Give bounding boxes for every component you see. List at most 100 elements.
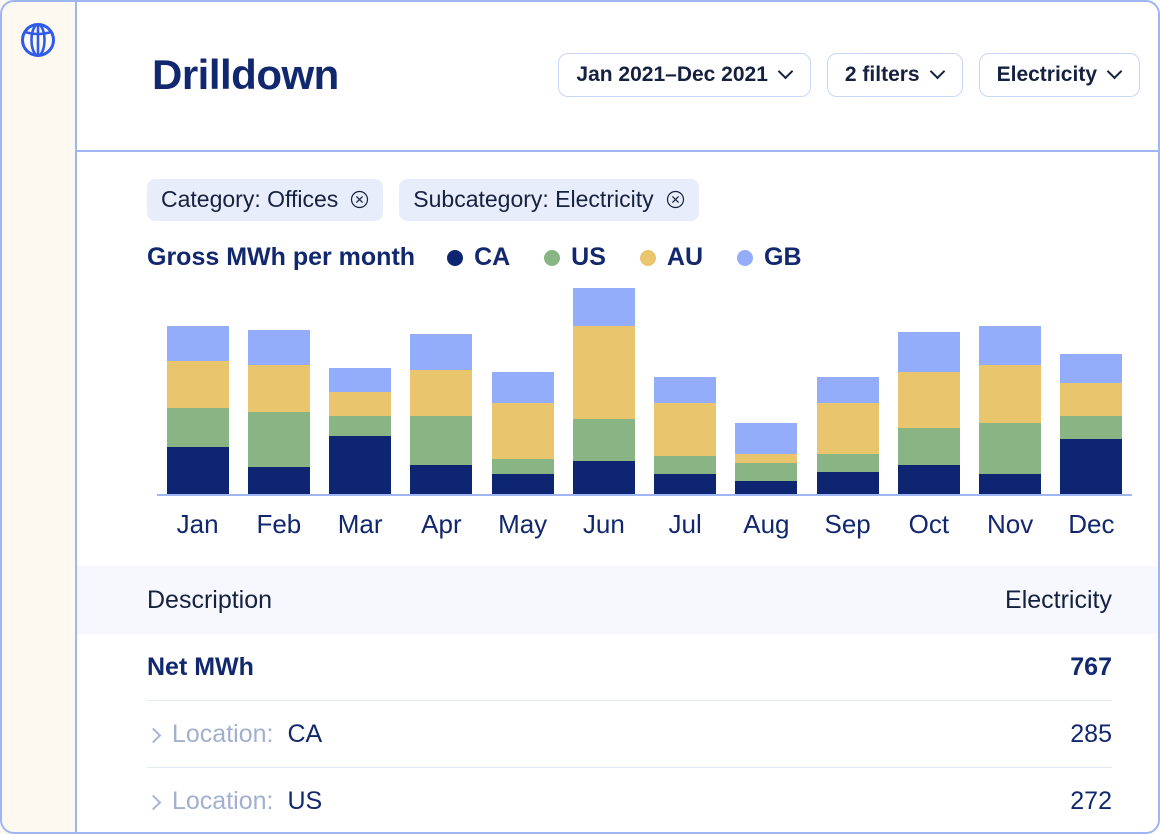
bar-segment-us xyxy=(898,428,960,466)
filter-chip-subcategory[interactable]: Subcategory: Electricity xyxy=(399,179,698,221)
bar-segment-au xyxy=(329,392,391,416)
legend-label-us: US xyxy=(571,243,606,272)
main-column: Drilldown Jan 2021–Dec 2021 2 filters El… xyxy=(77,0,1160,834)
bar-segment-gb xyxy=(573,288,635,326)
bar-slot xyxy=(807,300,888,494)
bar-feb[interactable] xyxy=(248,330,310,494)
bar-segment-us xyxy=(329,416,391,436)
stacked-bar-chart xyxy=(157,300,1132,496)
bar-segment-us xyxy=(1060,416,1122,438)
bar-segment-au xyxy=(492,403,554,458)
chart-baseline-axis xyxy=(157,494,1132,496)
bar-segment-ca xyxy=(492,474,554,494)
table-row-value: 767 xyxy=(1070,653,1112,682)
bar-slot xyxy=(157,300,238,494)
date-range-dropdown[interactable]: Jan 2021–Dec 2021 xyxy=(558,53,811,97)
bar-nov[interactable] xyxy=(979,326,1041,494)
bar-segment-au xyxy=(979,365,1041,423)
bar-slot xyxy=(238,300,319,494)
filter-chip-category[interactable]: Category: Offices xyxy=(147,179,383,221)
bar-jul[interactable] xyxy=(654,377,716,494)
bar-segment-ca xyxy=(167,447,229,494)
bar-segment-au xyxy=(573,326,635,419)
legend-swatch-us xyxy=(544,250,560,266)
bar-segment-gb xyxy=(898,332,960,372)
legend-swatch-ca xyxy=(447,250,463,266)
chevron-right-icon[interactable] xyxy=(147,796,158,807)
legend-item-au[interactable]: AU xyxy=(640,243,703,272)
circle-x-icon[interactable] xyxy=(350,190,369,209)
bar-oct[interactable] xyxy=(898,332,960,494)
bar-segment-us xyxy=(410,416,472,465)
table-row-value: 285 xyxy=(1070,720,1112,749)
bar-segment-gb xyxy=(248,330,310,365)
bar-segment-au xyxy=(1060,383,1122,416)
filter-chip-label: Category: Offices xyxy=(161,186,338,213)
column-header-description: Description xyxy=(147,586,272,615)
metric-dropdown[interactable]: Electricity xyxy=(979,53,1140,97)
bar-segment-us xyxy=(817,454,879,472)
table-row[interactable]: Location: US272 xyxy=(77,768,1160,834)
bar-slot xyxy=(726,300,807,494)
bar-slot xyxy=(401,300,482,494)
bar-segment-au xyxy=(248,365,310,412)
app-logo[interactable] xyxy=(18,20,58,60)
bar-may[interactable] xyxy=(492,372,554,494)
bar-slot xyxy=(1051,300,1132,494)
bar-segment-us xyxy=(573,419,635,461)
chart-x-axis-labels: JanFebMarAprMayJunJulAugSepOctNovDec xyxy=(157,509,1132,540)
legend-swatch-au xyxy=(640,250,656,266)
bar-slot xyxy=(482,300,563,494)
legend-item-ca[interactable]: CA xyxy=(447,243,510,272)
table-row[interactable]: Location: CA 285 xyxy=(77,701,1160,768)
bar-dec[interactable] xyxy=(1060,354,1122,494)
x-axis-label-aug: Aug xyxy=(726,509,807,540)
bar-aug[interactable] xyxy=(735,423,797,494)
drilldown-table: Description Electricity Net MWh 767 Locati… xyxy=(77,566,1160,834)
table-row-label: Location: US xyxy=(147,787,322,816)
bar-jun[interactable] xyxy=(573,288,635,494)
filter-chip-label: Subcategory: Electricity xyxy=(413,186,653,213)
bar-segment-us xyxy=(492,459,554,475)
legend-item-gb[interactable]: GB xyxy=(737,243,802,272)
bar-mar[interactable] xyxy=(329,368,391,494)
bar-segment-ca xyxy=(979,474,1041,494)
legend-item-us[interactable]: US xyxy=(544,243,606,272)
table-row-prefix: Location: xyxy=(172,720,273,749)
table-row-prefix: Location: xyxy=(172,787,273,816)
bar-segment-au xyxy=(898,372,960,427)
bar-jan[interactable] xyxy=(167,326,229,494)
bar-segment-us xyxy=(167,408,229,448)
x-axis-label-may: May xyxy=(482,509,563,540)
bar-segment-gb xyxy=(654,377,716,404)
filters-dropdown[interactable]: 2 filters xyxy=(827,53,963,97)
filters-label: 2 filters xyxy=(845,63,920,87)
bar-slot xyxy=(970,300,1051,494)
bar-sep[interactable] xyxy=(817,377,879,494)
table-header-row: Description Electricity xyxy=(77,566,1160,634)
bar-segment-au xyxy=(654,403,716,456)
table-row-label: Net MWh xyxy=(147,653,254,682)
x-axis-label-sep: Sep xyxy=(807,509,888,540)
bar-segment-gb xyxy=(410,334,472,369)
x-axis-label-feb: Feb xyxy=(238,509,319,540)
bar-segment-ca xyxy=(410,465,472,494)
circle-x-icon[interactable] xyxy=(666,190,685,209)
bar-apr[interactable] xyxy=(410,334,472,494)
x-axis-label-oct: Oct xyxy=(888,509,969,540)
drilldown-app: Drilldown Jan 2021–Dec 2021 2 filters El… xyxy=(0,0,1160,834)
chevron-right-icon[interactable] xyxy=(147,729,158,740)
chart-block: Gross MWh per month CA US AU xyxy=(77,221,1160,540)
bar-segment-au xyxy=(735,454,797,463)
bar-segment-ca xyxy=(573,461,635,494)
x-axis-label-jun: Jun xyxy=(563,509,644,540)
bar-segment-gb xyxy=(1060,354,1122,383)
bar-segment-ca xyxy=(898,465,960,494)
x-axis-label-mar: Mar xyxy=(320,509,401,540)
bar-segment-us xyxy=(654,456,716,474)
table-row-name: CA xyxy=(287,720,322,749)
bar-segment-ca xyxy=(329,436,391,494)
x-axis-label-jan: Jan xyxy=(157,509,238,540)
page-body: Category: Offices Subcategory: Electrici… xyxy=(77,152,1160,834)
bar-segment-ca xyxy=(248,467,310,494)
